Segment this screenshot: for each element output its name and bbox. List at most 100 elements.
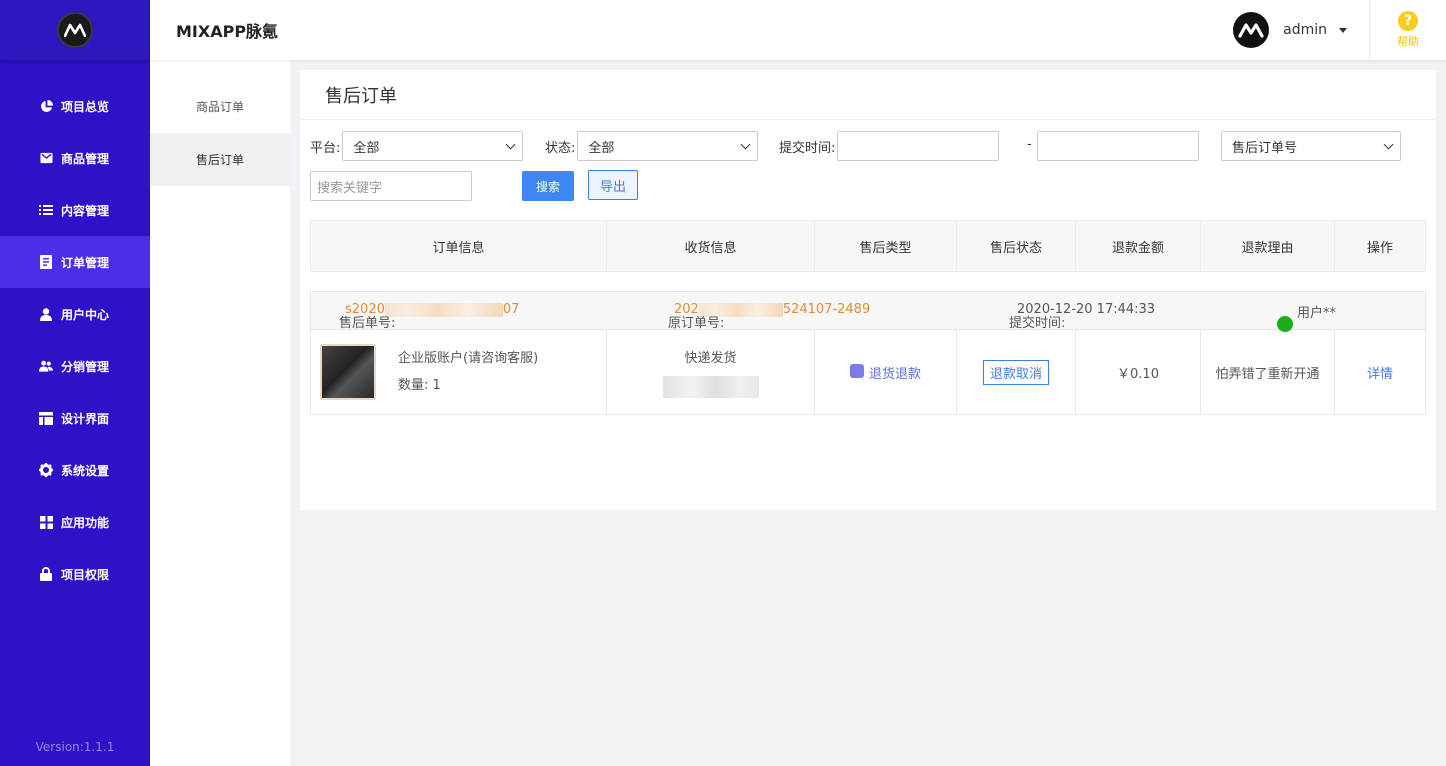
sidebar-item-label: 设计界面 [61, 411, 110, 426]
sidebar-item-users[interactable]: 用户中心 [0, 288, 150, 340]
return-icon [849, 364, 864, 378]
shipping-method: 快递发货 [684, 350, 737, 366]
list-icon [39, 203, 53, 217]
sidebar-item-overview[interactable]: 项目总览 [0, 80, 150, 132]
inbox-icon [39, 151, 53, 165]
search-field-select[interactable]: 售后订单号 [1221, 131, 1401, 161]
chevron-down-icon [505, 139, 516, 149]
platform-select[interactable]: 全部 [342, 131, 524, 161]
column-header: 退款理由 [1201, 221, 1335, 271]
sub-nav: 商品订单 售后订单 [150, 60, 290, 766]
status-label: 状态: [545, 140, 576, 156]
platform-select-value: 全部 [353, 140, 380, 156]
column-header: 退款金额 [1076, 221, 1201, 271]
sidebar-item-label: 系统设置 [61, 463, 110, 478]
refund-amount: ￥0.10 [1117, 366, 1159, 382]
aftersale-no-suffix: 07 [502, 302, 520, 317]
table-header: 订单信息 收货信息 售后类型 售后状态 退款金额 退款理由 操作 [310, 220, 1426, 272]
document-icon [39, 255, 53, 269]
redacted-address [662, 375, 759, 398]
refund-amount-cell: ￥0.10 [1076, 330, 1201, 414]
sidebar-item-label: 用户中心 [61, 307, 110, 322]
sidebar-item-label: 项目总览 [61, 99, 110, 114]
question-icon: ? [1398, 11, 1418, 31]
export-button[interactable]: 导出 [588, 170, 638, 200]
sidebar-item-label: 项目权限 [61, 567, 110, 582]
top-header: MIXAPP脉氪 admin ? 帮助 [150, 0, 1446, 60]
original-no-label: 原订单号: [668, 316, 725, 331]
submit-time-label: 提交时间: [779, 140, 836, 156]
caret-down-icon[interactable] [1339, 27, 1347, 33]
product-name: 企业版账户(请咨询客服) [398, 351, 539, 366]
aftersale-status-cell: 退款取消 [957, 330, 1076, 414]
version-label: Version:1.1.1 [35, 740, 115, 754]
layout-icon [39, 411, 53, 425]
gear-icon [39, 463, 53, 477]
order-card-header: 售后单号: s2020 07 原订单号: 202 524107-2489 提交时间:… [311, 292, 1425, 332]
detail-link[interactable]: 详情 [1367, 363, 1393, 382]
pie-chart-icon [39, 99, 53, 113]
sidebar-item-goods[interactable]: 商品管理 [0, 132, 150, 184]
platform-label: 平台: [310, 140, 341, 156]
aftersale-type-cell: 退货退款 [815, 330, 957, 414]
order-info-cell: 企业版账户(请咨询客服) 数量: 1 [311, 330, 607, 414]
sidebar-item-label: 商品管理 [61, 151, 110, 166]
column-header: 售后状态 [957, 221, 1076, 271]
subnav-item-aftersale-orders[interactable]: 售后订单 [150, 133, 290, 186]
aftersale-no-label: 售后单号: [339, 316, 396, 331]
sidebar-item-label: 应用功能 [61, 515, 110, 530]
logo-icon [57, 12, 93, 48]
shipping-info-cell: 快递发货 [607, 330, 815, 414]
sidebar-item-label: 订单管理 [61, 255, 110, 270]
status-badge: 退款取消 [982, 359, 1049, 385]
original-no-suffix: 524107-2489 [782, 302, 871, 317]
chevron-down-icon [740, 139, 751, 149]
subnav-item-goods-orders[interactable]: 商品订单 [150, 80, 290, 133]
submit-time-label: 提交时间: [1009, 316, 1066, 331]
status-select-value: 全部 [588, 140, 615, 156]
page-title: 售后订单 [300, 70, 1436, 120]
username[interactable]: admin [1283, 22, 1327, 38]
column-header: 订单信息 [311, 221, 607, 271]
date-separator: - [1027, 137, 1032, 152]
user-icon [39, 307, 53, 321]
column-header: 操作 [1366, 240, 1393, 256]
header-right: admin ? 帮助 [1233, 0, 1446, 60]
column-header: 售后类型 [815, 221, 957, 271]
grid-icon [39, 515, 53, 529]
status-select[interactable]: 全部 [577, 131, 759, 161]
order-card: 售后单号: s2020 07 原订单号: 202 524107-2489 提交时间:… [310, 291, 1426, 415]
sidebar: 项目总览 商品管理 内容管理 订单管理 用户中心 分销管理 设计界面 系统设置 [0, 0, 150, 766]
search-field-value: 售后订单号 [1232, 140, 1298, 156]
chevron-down-icon [1383, 139, 1394, 149]
redacted-bar [384, 302, 503, 317]
product-quantity: 数量: 1 [398, 378, 441, 393]
end-date-input[interactable] [1037, 131, 1199, 161]
sidebar-item-orders[interactable]: 订单管理 [0, 236, 150, 288]
table-row: 企业版账户(请咨询客服) 数量: 1 快递发货 退货退款 退款取消 ￥0.10 … [311, 330, 1425, 414]
wechat-miniapp-icon [1277, 315, 1293, 332]
main-panel: 售后订单 平台: 全部 状态: 全部 提交时间: - 售后订单号 搜索关键字 搜… [300, 70, 1436, 510]
search-button[interactable]: 搜索 [522, 171, 574, 201]
sidebar-item-permissions[interactable]: 项目权限 [0, 548, 150, 600]
help-button[interactable]: ? 帮助 [1370, 0, 1446, 60]
sidebar-item-settings[interactable]: 系统设置 [0, 444, 150, 496]
sidebar-logo[interactable] [0, 0, 150, 60]
brand-title: MIXAPP脉氪 [176, 22, 279, 41]
sidebar-nav: 项目总览 商品管理 内容管理 订单管理 用户中心 分销管理 设计界面 系统设置 [0, 80, 150, 600]
order-user: 用户** [1297, 306, 1337, 321]
sidebar-item-label: 内容管理 [61, 203, 110, 218]
sidebar-item-distribution[interactable]: 分销管理 [0, 340, 150, 392]
keyword-input[interactable]: 搜索关键字 [310, 171, 472, 201]
product-thumbnail[interactable] [320, 344, 376, 400]
sidebar-item-apps[interactable]: 应用功能 [0, 496, 150, 548]
start-date-input[interactable] [837, 131, 1000, 161]
users-icon [39, 359, 53, 373]
sidebar-item-label: 分销管理 [61, 359, 110, 374]
help-label: 帮助 [1397, 35, 1419, 48]
aftersale-type: 退货退款 [868, 366, 921, 382]
sidebar-item-content[interactable]: 内容管理 [0, 184, 150, 236]
sidebar-item-design[interactable]: 设计界面 [0, 392, 150, 444]
refund-reason: 怕弄错了重新开通 [1215, 366, 1320, 382]
avatar[interactable] [1233, 12, 1270, 48]
